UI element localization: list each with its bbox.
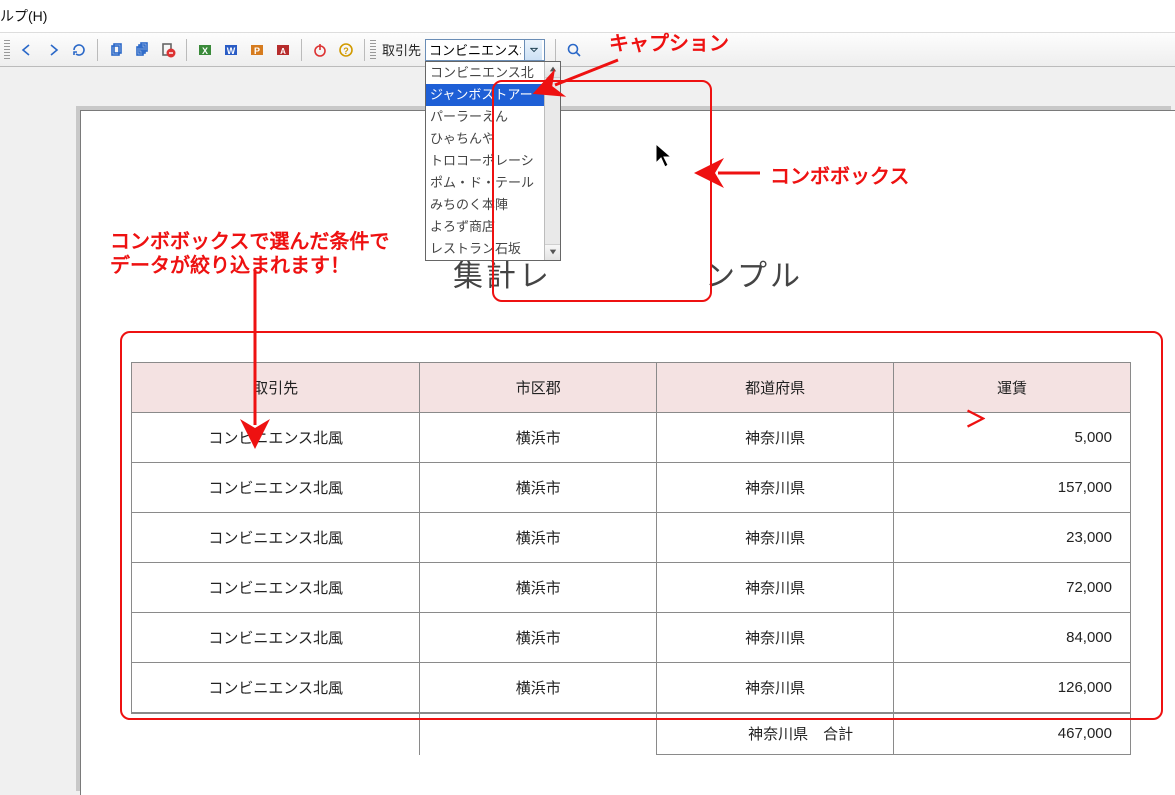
cell-partner: コンビニエンス北風 bbox=[132, 663, 420, 713]
report-table: 取引先 市区郡 都道府県 運賃 コンビニエンス北風横浜市神奈川県5,000コンビ… bbox=[131, 362, 1131, 755]
cell-fare: 157,000 bbox=[894, 463, 1131, 513]
cell-partner: コンビニエンス北風 bbox=[132, 613, 420, 663]
dropdown-option[interactable]: ポム・ド・テール bbox=[426, 172, 544, 194]
refresh-button[interactable] bbox=[67, 38, 91, 62]
cell-fare: 126,000 bbox=[894, 663, 1131, 713]
col-header: 取引先 bbox=[132, 363, 420, 413]
nav-forward-button[interactable] bbox=[41, 38, 65, 62]
dropdown-option[interactable]: ジャンボストアー bbox=[426, 84, 544, 106]
dropdown-scrollbar[interactable] bbox=[544, 62, 560, 260]
col-header: 運賃 bbox=[894, 363, 1131, 413]
svg-text:?: ? bbox=[343, 46, 349, 56]
partner-dropdown[interactable]: コンビニエンス北ジャンボストアーパーラーえんひゃちんやトロコーポレーシポム・ド・… bbox=[425, 61, 561, 261]
toolbar-sep bbox=[301, 39, 302, 61]
combo-caption: 取引先 bbox=[382, 40, 421, 59]
toolbar-sep bbox=[186, 39, 187, 61]
cell-fare: 23,000 bbox=[894, 513, 1131, 563]
help-button[interactable]: ? bbox=[334, 38, 358, 62]
toolbar-sep bbox=[364, 39, 365, 61]
export-ppt-button[interactable]: P bbox=[245, 38, 269, 62]
dropdown-option[interactable]: トロコーポレーシ bbox=[426, 150, 544, 172]
cell-partner: コンビニエンス北風 bbox=[132, 513, 420, 563]
table-row: コンビニエンス北風横浜市神奈川県157,000 bbox=[132, 463, 1131, 513]
menu-help[interactable]: ルプ(H) bbox=[0, 0, 1175, 33]
dropdown-option[interactable]: パーラーえん bbox=[426, 106, 544, 128]
partner-combobox[interactable] bbox=[425, 39, 545, 61]
cell-pref: 神奈川県 bbox=[657, 513, 894, 563]
cell-city: 横浜市 bbox=[420, 413, 657, 463]
cell-city: 横浜市 bbox=[420, 613, 657, 663]
cell-pref: 神奈川県 bbox=[657, 613, 894, 663]
table-header-row: 取引先 市区郡 都道府県 運賃 bbox=[132, 363, 1131, 413]
total-value: 467,000 bbox=[894, 713, 1131, 755]
report-title: 集計レ ポートサ ンプル bbox=[81, 251, 1175, 295]
multi-copy-button[interactable] bbox=[130, 38, 154, 62]
cell-pref: 神奈川県 bbox=[657, 463, 894, 513]
toolbar-grip bbox=[370, 40, 376, 60]
cell-city: 横浜市 bbox=[420, 563, 657, 613]
table-row: コンビニエンス北風横浜市神奈川県5,000 bbox=[132, 413, 1131, 463]
cell-fare: 84,000 bbox=[894, 613, 1131, 663]
dropdown-option[interactable]: ひゃちんや bbox=[426, 128, 544, 150]
cell-fare: 5,000 bbox=[894, 413, 1131, 463]
toolbar-sep bbox=[555, 39, 556, 61]
dropdown-option[interactable]: よろず商店 bbox=[426, 216, 544, 238]
cell-partner: コンビニエンス北風 bbox=[132, 563, 420, 613]
svg-text:X: X bbox=[202, 46, 208, 56]
toolbar-grip bbox=[4, 40, 10, 60]
cell-pref: 神奈川県 bbox=[657, 563, 894, 613]
table-row: コンビニエンス北風横浜市神奈川県23,000 bbox=[132, 513, 1131, 563]
cell-pref: 神奈川県 bbox=[657, 413, 894, 463]
export-excel-button[interactable]: X bbox=[193, 38, 217, 62]
svg-text:A: A bbox=[280, 47, 286, 56]
svg-text:P: P bbox=[254, 46, 260, 56]
export-word-button[interactable]: W bbox=[219, 38, 243, 62]
dropdown-option[interactable]: みちのく本陣 bbox=[426, 194, 544, 216]
nav-back-button[interactable] bbox=[15, 38, 39, 62]
copy-button[interactable] bbox=[104, 38, 128, 62]
power-button[interactable] bbox=[308, 38, 332, 62]
cell-partner: コンビニエンス北風 bbox=[132, 463, 420, 513]
cell-partner: コンビニエンス北風 bbox=[132, 413, 420, 463]
col-header: 都道府県 bbox=[657, 363, 894, 413]
scroll-down-icon[interactable] bbox=[545, 244, 560, 260]
toolbar-sep bbox=[97, 39, 98, 61]
cell-city: 横浜市 bbox=[420, 513, 657, 563]
scroll-up-icon[interactable] bbox=[545, 62, 560, 78]
report-page: 集計レ ポートサ ンプル 取引先 市区郡 都道府県 運賃 コンビニエンス北風横浜… bbox=[80, 110, 1175, 795]
col-header: 市区郡 bbox=[420, 363, 657, 413]
table-row: コンビニエンス北風横浜市神奈川県84,000 bbox=[132, 613, 1131, 663]
zoom-button[interactable] bbox=[562, 38, 586, 62]
dropdown-option[interactable]: レストラン石坂 bbox=[426, 238, 544, 260]
partner-combobox-input[interactable] bbox=[426, 42, 524, 57]
delete-page-button[interactable] bbox=[156, 38, 180, 62]
chevron-down-icon[interactable] bbox=[524, 40, 542, 60]
total-label: 神奈川県 合計 bbox=[657, 713, 894, 755]
cell-pref: 神奈川県 bbox=[657, 663, 894, 713]
table-total-row: 神奈川県 合計 467,000 bbox=[132, 713, 1131, 755]
svg-text:W: W bbox=[227, 46, 236, 56]
dropdown-option[interactable]: コンビニエンス北 bbox=[426, 62, 544, 84]
cell-city: 横浜市 bbox=[420, 463, 657, 513]
cell-city: 横浜市 bbox=[420, 663, 657, 713]
cell-fare: 72,000 bbox=[894, 563, 1131, 613]
toolbar: X W P A ? 取引先 コンビニエンス北ジャンボストアーパーラーえんひゃちん… bbox=[0, 33, 1175, 67]
table-row: コンビニエンス北風横浜市神奈川県126,000 bbox=[132, 663, 1131, 713]
table-row: コンビニエンス北風横浜市神奈川県72,000 bbox=[132, 563, 1131, 613]
export-pdf-button[interactable]: A bbox=[271, 38, 295, 62]
